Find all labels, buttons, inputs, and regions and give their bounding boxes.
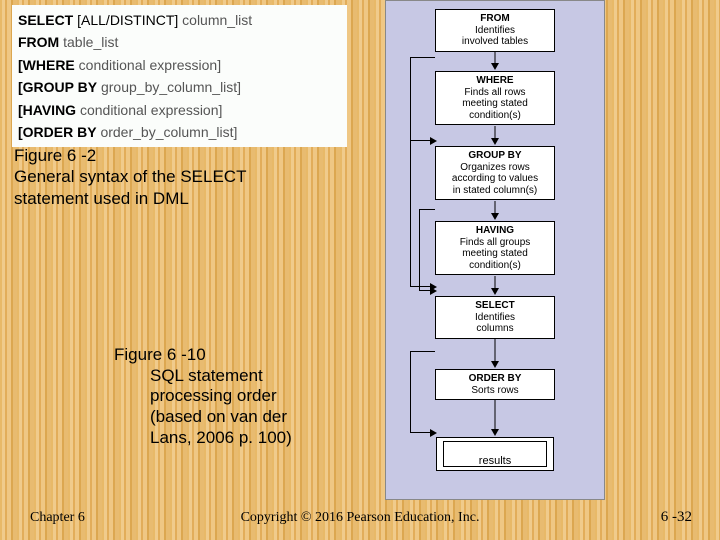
box-title: ORDER BY bbox=[440, 373, 550, 385]
arrow-down-icon bbox=[491, 63, 499, 70]
arg: table_list bbox=[59, 34, 118, 50]
arg: order_by_column_list] bbox=[97, 124, 238, 140]
kw-select: SELECT bbox=[18, 12, 73, 28]
footer-chapter: Chapter 6 bbox=[30, 510, 85, 526]
box-desc: Finds all rows meeting stated condition(… bbox=[440, 87, 550, 122]
arrow-down-icon bbox=[491, 138, 499, 145]
connector bbox=[495, 126, 496, 138]
kw-orderby: [ORDER BY bbox=[18, 124, 97, 140]
caption-line: statement used in DML bbox=[14, 188, 344, 209]
box-desc: Identifies columns bbox=[440, 312, 550, 335]
box-title: GROUP BY bbox=[440, 150, 550, 162]
arrow-down-icon bbox=[491, 429, 499, 436]
arg: conditional expression] bbox=[76, 102, 222, 118]
box-title: WHERE bbox=[440, 75, 550, 87]
figure-6-10-caption: Figure 6 -10 SQL statement processing or… bbox=[114, 345, 359, 449]
kw-where: [WHERE bbox=[18, 57, 75, 73]
connector bbox=[495, 339, 496, 361]
caption-line: General syntax of the SELECT bbox=[14, 166, 344, 187]
flow-orderby-box: ORDER BY Sorts rows bbox=[435, 369, 555, 400]
footer-copyright: Copyright © 2016 Pearson Education, Inc. bbox=[241, 510, 480, 526]
box-title: HAVING bbox=[440, 225, 550, 237]
arrow-down-icon bbox=[491, 288, 499, 295]
kw-from: FROM bbox=[18, 34, 59, 50]
flow-select-box: SELECT Identifies columns bbox=[435, 296, 555, 339]
arrow-right-icon bbox=[430, 429, 437, 437]
flow-results-box: results bbox=[436, 437, 554, 471]
caption-line: Figure 6 -10 bbox=[114, 345, 359, 366]
arg: conditional expression] bbox=[75, 57, 221, 73]
connector bbox=[495, 399, 496, 429]
figure-6-2-caption: Figure 6 -2 General syntax of the SELECT… bbox=[14, 145, 344, 209]
bypass-line bbox=[410, 351, 435, 433]
box-desc: Organizes rows according to values in st… bbox=[440, 162, 550, 197]
txt: [ALL/DISTINCT] bbox=[73, 12, 182, 28]
flow-from-box: FROM Identifies involved tables bbox=[435, 9, 555, 52]
flow-having-box: HAVING Finds all groups meeting stated c… bbox=[435, 221, 555, 275]
arg: column_list bbox=[182, 12, 252, 28]
bypass-line bbox=[419, 209, 435, 291]
flow-groupby-box: GROUP BY Organizes rows according to val… bbox=[435, 146, 555, 200]
caption-line: SQL statement bbox=[150, 366, 359, 387]
connector bbox=[495, 201, 496, 213]
box-desc: Identifies involved tables bbox=[440, 25, 550, 48]
arrow-down-icon bbox=[491, 213, 499, 220]
box-title: FROM bbox=[440, 13, 550, 25]
arg: group_by_column_list] bbox=[97, 79, 241, 95]
caption-line: (based on van der bbox=[150, 407, 359, 428]
box-title: SELECT bbox=[440, 300, 550, 312]
sql-processing-flowchart: FROM Identifies involved tables WHERE Fi… bbox=[385, 0, 605, 500]
kw-having: [HAVING bbox=[18, 102, 76, 118]
bypass-line bbox=[410, 57, 435, 141]
kw-groupby: [GROUP BY bbox=[18, 79, 97, 95]
flow-where-box: WHERE Finds all rows meeting stated cond… bbox=[435, 71, 555, 125]
caption-line: processing order bbox=[150, 386, 359, 407]
arrow-right-icon bbox=[430, 283, 437, 291]
connector bbox=[495, 276, 496, 288]
connector bbox=[495, 51, 496, 63]
arrow-down-icon bbox=[491, 361, 499, 368]
footer-page-number: 6 -32 bbox=[661, 509, 692, 526]
box-desc: results bbox=[479, 455, 511, 467]
caption-line: Figure 6 -2 bbox=[14, 145, 344, 166]
sql-syntax-block: SELECT [ALL/DISTINCT] column_list FROM t… bbox=[12, 5, 347, 147]
box-desc: Sorts rows bbox=[440, 385, 550, 397]
box-desc: Finds all groups meeting stated conditio… bbox=[440, 237, 550, 272]
caption-line: Lans, 2006 p. 100) bbox=[150, 428, 359, 449]
